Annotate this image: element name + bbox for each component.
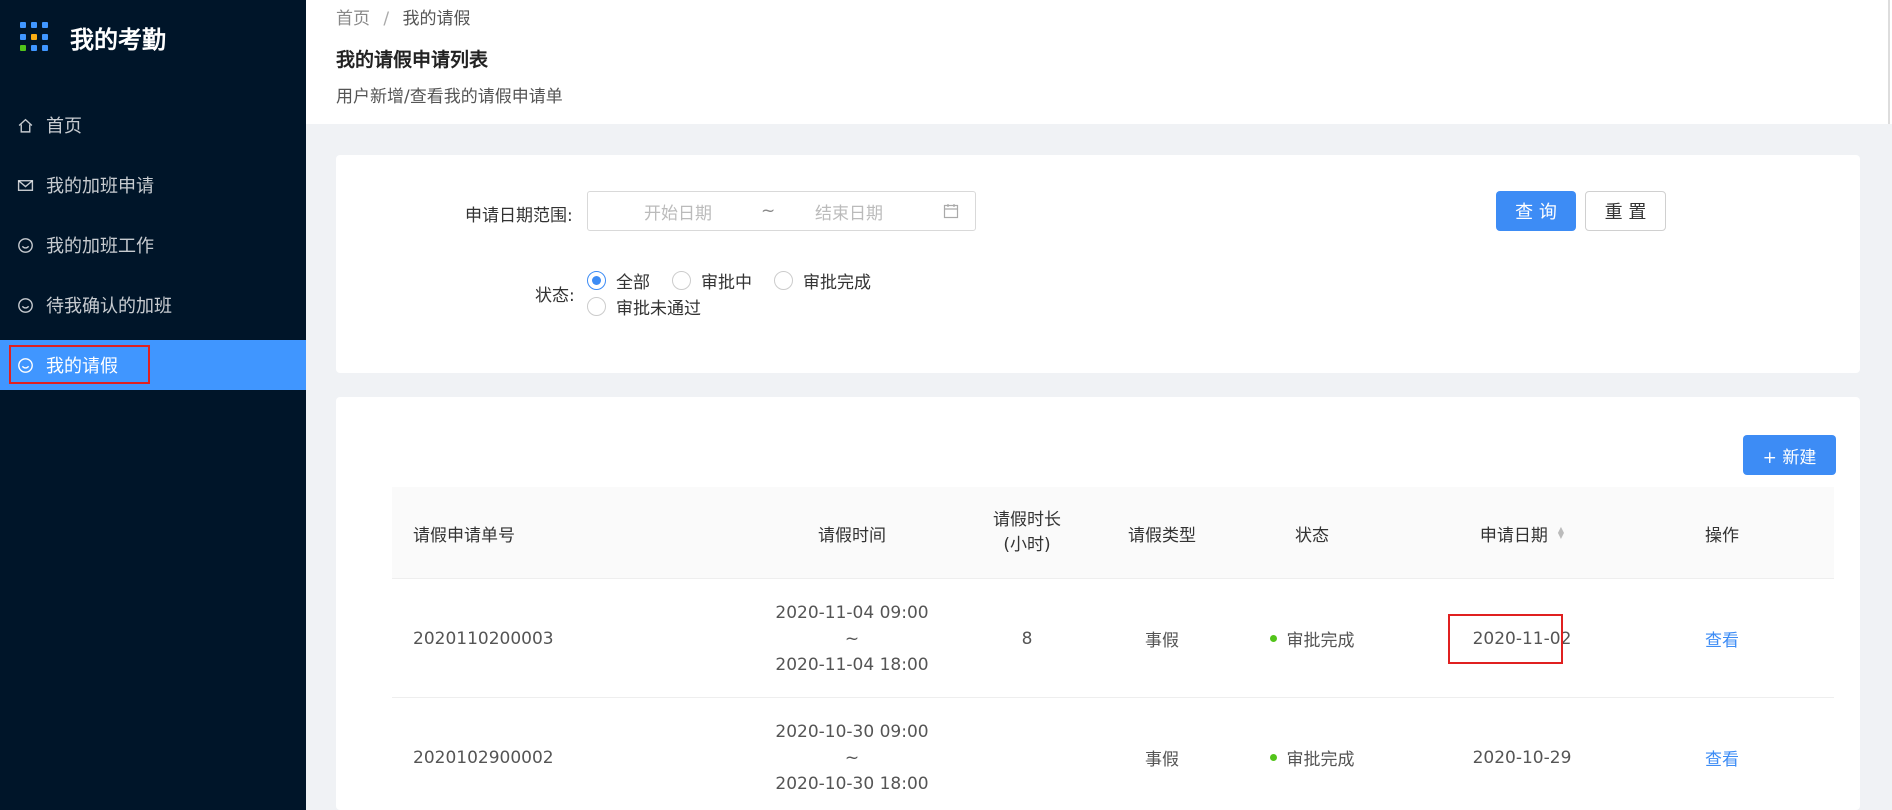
column-header-status: 状态 [1295,525,1329,546]
smile-icon [16,236,34,254]
table-row: 2020110200003 2020-11-04 09:00 ~ 2020-11… [392,579,1834,698]
end-date-input[interactable]: 结束日期 [815,199,883,224]
view-link[interactable]: 查看 [1682,579,1762,698]
status-radio-completed[interactable]: 审批完成 [774,268,871,293]
breadcrumb: 首页 / 我的请假 [336,4,471,29]
cell-time-start: 2020-11-04 09:00 [775,602,929,623]
cell-time: 2020-10-30 09:00 ~ 2020-10-30 18:00 [732,698,972,810]
date-range-label: 申请日期范围: [465,206,573,226]
sidebar-menu: 首页 我的加班申请 我的加班工作 待我确认的加班 我的请假 [0,95,306,390]
column-header-date[interactable]: 申请日期 ▲ ▼ [1442,487,1602,579]
cell-hours: 8 [1021,628,1033,649]
column-header-type: 请假类型 [1128,525,1196,546]
home-icon [16,116,34,134]
new-button[interactable]: + 新建 [1743,435,1836,475]
radio-unchecked-icon [774,271,793,290]
cell-status: 审批完成 [1242,579,1382,698]
date-range-separator: ~ [761,201,776,221]
cell-type: 事假 [1145,750,1179,770]
view-link[interactable]: 查看 [1682,698,1762,810]
app-grid-icon [20,22,50,52]
status-radio-in-progress[interactable]: 审批中 [672,268,752,293]
table-header: 请假申请单号 请假时间 请假时长(小时) 请假类型 状态 申请日期 ▲ ▼ 操作 [392,487,1834,579]
app-logo[interactable]: 我的考勤 [20,18,166,56]
reset-button[interactable]: 重 置 [1585,191,1666,231]
sidebar-item-my-leave[interactable]: 我的请假 [0,340,306,390]
sort-icon[interactable]: ▲ ▼ [1558,526,1564,540]
app-title: 我的考勤 [70,25,166,54]
cell-status: 审批完成 [1242,698,1382,810]
cell-date: 2020-10-29 [1472,747,1572,768]
cell-time-separator: ~ [844,747,860,768]
radio-label: 审批完成 [803,273,871,293]
page-title: 我的请假申请列表 [336,49,489,71]
scrollbar[interactable] [1888,0,1890,124]
sidebar-item-pending-overtime[interactable]: 待我确认的加班 [0,275,306,335]
radio-label: 全部 [616,273,650,293]
status-dot-icon [1269,635,1277,642]
cell-time: 2020-11-04 09:00 ~ 2020-11-04 18:00 [732,579,972,698]
highlight-box [1448,614,1563,664]
cell-type: 事假 [1145,631,1179,651]
start-date-input[interactable]: 开始日期 [644,199,712,224]
sidebar-item-overtime-application[interactable]: 我的加班申请 [0,155,306,215]
cell-time-separator: ~ [844,628,860,649]
page-description: 用户新增/查看我的请假申请单 [336,87,563,107]
radio-unchecked-icon [672,271,691,290]
calendar-icon[interactable] [943,203,959,219]
status-radio-all[interactable]: 全部 [587,268,650,293]
sidebar: 我的考勤 首页 我的加班申请 我的加班工作 待我确认的加班 我的请假 [0,0,306,810]
radio-checked-icon [587,271,606,290]
sidebar-item-label: 我的加班申请 [46,176,154,197]
cell-id: 2020102900002 [413,747,554,768]
breadcrumb-home[interactable]: 首页 [336,9,370,29]
filter-card: 申请日期范围: 开始日期 ~ 结束日期 查 询 重 置 状态: 全部 审批中 审… [336,155,1860,373]
cell-time-end: 2020-11-04 18:00 [775,654,929,675]
cell-hours [982,698,1072,810]
cell-id: 2020110200003 [413,628,554,649]
column-header-action: 操作 [1705,525,1739,546]
column-header-hours: 请假时长(小时) [993,510,1061,555]
column-header-time: 请假时间 [818,525,886,546]
page-header: 首页 / 我的请假 我的请假申请列表 用户新增/查看我的请假申请单 [306,0,1892,124]
cell-time-start: 2020-10-30 09:00 [775,721,929,742]
cell-time-end: 2020-10-30 18:00 [775,773,929,794]
leave-table: 请假申请单号 请假时间 请假时长(小时) 请假类型 状态 申请日期 ▲ ▼ 操作 … [392,487,1834,810]
smile-icon [16,296,34,314]
status-text: 审批完成 [1286,750,1355,770]
table-row: 2020102900002 2020-10-30 09:00 ~ 2020-10… [392,698,1834,810]
radio-label: 审批中 [701,273,752,293]
column-header-date-label: 申请日期 [1479,525,1548,546]
mail-icon [16,176,34,194]
highlight-box [9,345,150,384]
sidebar-item-label: 我的加班工作 [46,236,154,257]
sidebar-item-overtime-work[interactable]: 我的加班工作 [0,215,306,275]
breadcrumb-current: 我的请假 [402,9,471,29]
radio-label: 审批未通过 [616,299,701,319]
status-label: 状态: [535,286,575,306]
table-card: + 新建 请假申请单号 请假时间 请假时长(小时) 请假类型 状态 申请日期 ▲… [336,397,1860,810]
query-button[interactable]: 查 询 [1496,191,1576,231]
column-header-id: 请假申请单号 [413,525,515,546]
date-range-picker[interactable]: 开始日期 ~ 结束日期 [587,191,976,231]
sidebar-item-home[interactable]: 首页 [0,95,306,155]
radio-unchecked-icon [587,297,606,316]
sidebar-item-label: 待我确认的加班 [46,296,172,317]
breadcrumb-separator: / [383,9,390,29]
sidebar-item-label: 首页 [46,116,82,137]
status-text: 审批完成 [1286,631,1355,651]
status-radio-rejected[interactable]: 审批未通过 [587,294,701,319]
status-dot-icon [1269,754,1277,761]
